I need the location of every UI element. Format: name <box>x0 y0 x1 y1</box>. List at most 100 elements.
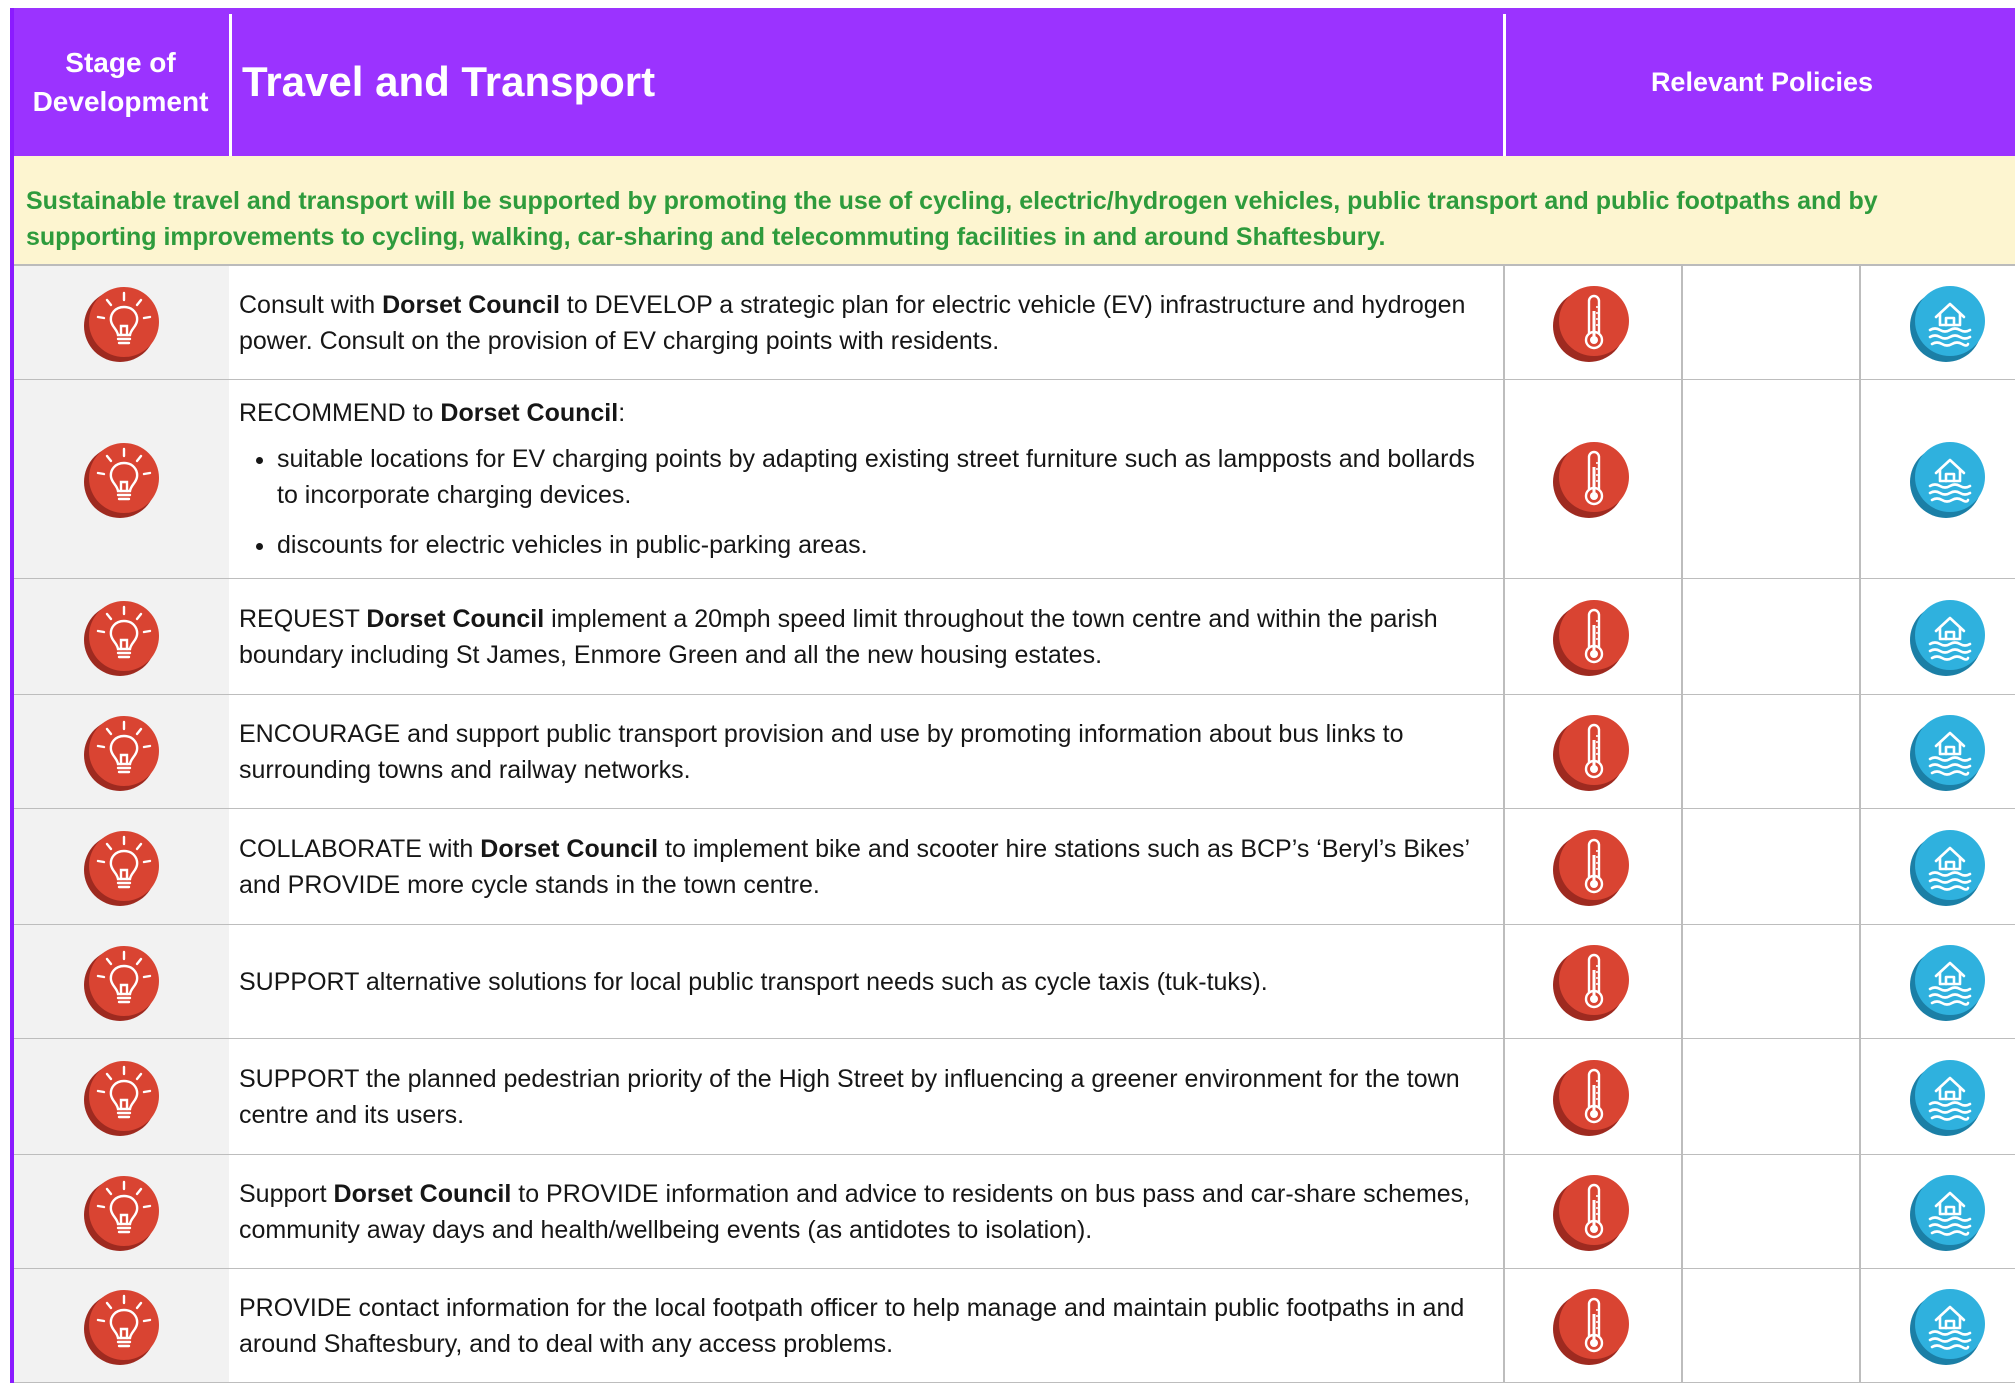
action-paragraph: RECOMMEND to Dorset Council: <box>239 395 1489 431</box>
policy-cell-2 <box>1682 1155 1858 1268</box>
action-text: PROVIDE contact information for the loca… <box>239 1269 1489 1382</box>
policy-cell-3 <box>1860 266 2015 379</box>
thermometer-icon <box>1552 712 1632 792</box>
bullet-list: suitable locations for EV charging point… <box>239 441 1489 563</box>
action-text: SUPPORT alternative solutions for local … <box>239 925 1489 1038</box>
policy-cell-2 <box>1682 579 1858 694</box>
policy-cell-1 <box>1504 1039 1680 1154</box>
header-divider <box>229 14 232 156</box>
policy-cell-3 <box>1860 380 2015 578</box>
lightbulb-icon <box>82 712 162 792</box>
stage-cell <box>14 925 229 1038</box>
organisation-name: Dorset Council <box>440 399 619 427</box>
table-row: SUPPORT alternative solutions for local … <box>14 925 2015 1039</box>
table-row: SUPPORT the planned pedestrian priority … <box>14 1039 2015 1155</box>
lightbulb-icon <box>82 942 162 1022</box>
text-segment: Consult with <box>239 290 383 319</box>
lightbulb-icon <box>82 1286 162 1366</box>
policy-cell-1 <box>1504 380 1680 578</box>
stage-cell <box>14 1155 229 1268</box>
thermometer-icon <box>1552 1172 1632 1252</box>
policy-cell-3 <box>1860 1269 2015 1382</box>
thermometer-icon <box>1552 283 1632 363</box>
table-row: Support Dorset Council to PROVIDE inform… <box>14 1155 2015 1269</box>
flood-house-icon <box>1908 283 1988 363</box>
table-row: PROVIDE contact information for the loca… <box>14 1269 2015 1383</box>
table-row: COLLABORATE with Dorset Council to imple… <box>14 809 2015 925</box>
flood-house-icon <box>1908 1057 1988 1137</box>
header-divider <box>1503 14 1506 156</box>
stage-cell <box>14 380 229 578</box>
flood-house-icon <box>1908 439 1988 519</box>
policy-cell-2 <box>1682 925 1858 1038</box>
action-paragraph: REQUEST Dorset Council implement a 20mph… <box>239 601 1489 673</box>
organisation-name: Dorset Council <box>480 834 659 863</box>
stage-cell <box>14 809 229 924</box>
policy-cell-3 <box>1860 809 2015 924</box>
text-segment: COLLABORATE with <box>239 834 481 863</box>
stage-of-development-header: Stage of Development <box>32 47 209 117</box>
policy-cell-1 <box>1504 266 1680 379</box>
thermometer-icon <box>1552 827 1632 907</box>
lightbulb-icon <box>82 439 162 519</box>
policy-table: Stage of Development Travel and Transpor… <box>10 8 2015 1383</box>
section-title: Travel and Transport <box>242 58 656 105</box>
text-segment: REQUEST <box>239 604 367 633</box>
policy-cell-3 <box>1860 1155 2015 1268</box>
policy-cell-2 <box>1682 1269 1858 1382</box>
action-paragraph: ENCOURAGE and support public transport p… <box>239 716 1489 788</box>
lightbulb-icon <box>82 283 162 363</box>
policy-cell-2 <box>1682 266 1858 379</box>
table-row: REQUEST Dorset Council implement a 20mph… <box>14 579 2015 695</box>
stage-cell <box>14 266 229 379</box>
action-paragraph: Consult with Dorset Council to DEVELOP a… <box>239 287 1489 359</box>
text-segment: SUPPORT alternative solutions for local … <box>239 967 1268 996</box>
relevant-policies-header: Relevant Policies <box>1650 66 1874 97</box>
table-row: Consult with Dorset Council to DEVELOP a… <box>14 266 2015 380</box>
flood-house-icon <box>1908 1286 1988 1366</box>
lightbulb-icon <box>82 597 162 677</box>
flood-house-icon <box>1908 942 1988 1022</box>
text-segment: : <box>618 399 626 427</box>
text-segment: PROVIDE contact information for the loca… <box>239 1293 1465 1358</box>
table-header: Stage of Development Travel and Transpor… <box>14 8 2015 156</box>
bullet-item: discounts for electric vehicles in publi… <box>277 527 1489 563</box>
stage-cell <box>14 579 229 694</box>
text-segment: RECOMMEND to <box>239 399 441 427</box>
action-paragraph: SUPPORT alternative solutions for local … <box>239 964 1489 1000</box>
policy-cell-1 <box>1504 809 1680 924</box>
table-row: RECOMMEND to Dorset Council: suitable loc… <box>14 380 2015 579</box>
action-text: RECOMMEND to Dorset Council: suitable loc… <box>239 380 1489 578</box>
policy-cell-3 <box>1860 925 2015 1038</box>
action-paragraph: PROVIDE contact information for the loca… <box>239 1290 1489 1362</box>
thermometer-icon <box>1552 1286 1632 1366</box>
policy-cell-1 <box>1504 1269 1680 1382</box>
lightbulb-icon <box>82 1057 162 1137</box>
action-text: COLLABORATE with Dorset Council to imple… <box>239 809 1489 924</box>
flood-house-icon <box>1908 712 1988 792</box>
action-paragraph: SUPPORT the planned pedestrian priority … <box>239 1061 1489 1133</box>
organisation-name: Dorset Council <box>366 604 545 633</box>
action-text: SUPPORT the planned pedestrian priority … <box>239 1039 1489 1154</box>
policy-cell-1 <box>1504 579 1680 694</box>
policy-cell-2 <box>1682 1039 1858 1154</box>
action-paragraph: COLLABORATE with Dorset Council to imple… <box>239 831 1489 903</box>
bullet-item: suitable locations for EV charging point… <box>277 441 1489 513</box>
stage-cell <box>14 695 229 808</box>
policy-cell-1 <box>1504 695 1680 808</box>
action-text: Support Dorset Council to PROVIDE inform… <box>239 1155 1489 1268</box>
action-text: Consult with Dorset Council to DEVELOP a… <box>239 266 1489 379</box>
policy-cell-3 <box>1860 1039 2015 1154</box>
policy-cell-1 <box>1504 1155 1680 1268</box>
action-paragraph: Support Dorset Council to PROVIDE inform… <box>239 1176 1489 1248</box>
stage-cell <box>14 1269 229 1382</box>
policy-cell-2 <box>1682 695 1858 808</box>
flood-house-icon <box>1908 1172 1988 1252</box>
text-segment: ENCOURAGE and support public transport p… <box>239 719 1404 784</box>
text-segment: Support <box>239 1179 334 1208</box>
thermometer-icon <box>1552 942 1632 1022</box>
organisation-name: Dorset Council <box>333 1179 512 1208</box>
thermometer-icon <box>1552 439 1632 519</box>
policy-cell-3 <box>1860 695 2015 808</box>
organisation-name: Dorset Council <box>382 290 560 319</box>
